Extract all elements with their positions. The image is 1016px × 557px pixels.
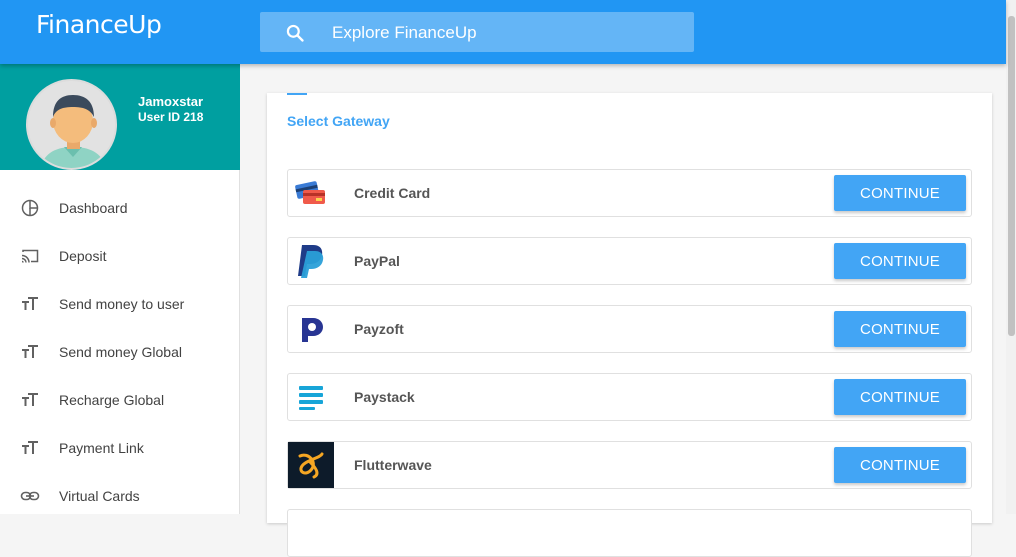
sidebar-item-label: Send money to user [59,296,185,312]
user-id: User ID 218 [138,110,204,124]
sidebar-item-send-money-to-user[interactable]: Send money to user [0,280,240,328]
gateway-name: Credit Card [354,185,431,201]
sidebar-item-payment-link[interactable]: Payment Link [0,424,240,472]
continue-button[interactable]: CONTINUE [834,311,966,347]
sidebar-item-label: Dashboard [59,200,128,216]
search-input[interactable]: Explore FinanceUp [332,23,477,43]
pie-chart-icon [21,199,39,217]
user-name: Jamoxstar [138,94,204,109]
text-size-icon [22,345,38,358]
link-icon [20,491,40,501]
text-size-icon [22,441,38,454]
sidebar-item-dashboard[interactable]: Dashboard [0,184,240,232]
gateway-card: Select Gateway Credit Card CONTINUE PayP… [267,93,992,557]
sidebar-item-label: Virtual Cards [59,488,140,504]
sidebar: Jamoxstar User ID 218 Dashboard Deposit … [0,64,240,514]
gateway-name: Flutterwave [354,457,432,473]
continue-button[interactable]: CONTINUE [834,175,966,211]
continue-button[interactable]: CONTINUE [834,379,966,415]
sidebar-item-label: Send money Global [59,344,182,360]
gateway-row-payzoft: Payzoft CONTINUE [287,305,972,353]
continue-button[interactable]: CONTINUE [834,243,966,279]
continue-button[interactable]: CONTINUE [834,447,966,483]
sidebar-item-recharge-global[interactable]: Recharge Global [0,376,240,424]
paystack-icon [288,374,334,420]
gateway-row-partial [287,509,972,557]
payzoft-icon [288,306,334,352]
page-title: Select Gateway [287,113,390,129]
sidebar-nav: Dashboard Deposit Send money to user Sen… [0,184,240,520]
flutterwave-icon [288,442,334,488]
gateway-name: Paystack [354,389,415,405]
sidebar-item-label: Recharge Global [59,392,165,408]
sidebar-item-deposit[interactable]: Deposit [0,232,240,280]
avatar-person-icon [40,95,107,168]
text-size-icon [22,393,38,406]
gateway-name: PayPal [354,253,400,269]
avatar[interactable] [26,79,117,170]
profile-panel: Jamoxstar User ID 218 [0,64,240,170]
gateway-row-credit-card: Credit Card CONTINUE [287,169,972,217]
sidebar-item-label: Deposit [59,248,107,264]
gateway-row-paypal: PayPal CONTINUE [287,237,972,285]
search-icon[interactable] [285,23,305,43]
brand-title[interactable]: FinanceUp [36,10,162,39]
sidebar-item-virtual-cards[interactable]: Virtual Cards [0,472,240,520]
tab-indicator [287,93,307,95]
sidebar-item-label: Payment Link [59,440,144,456]
scrollbar-thumb[interactable] [1008,16,1015,336]
gateway-row-paystack: Paystack CONTINUE [287,373,972,421]
text-size-icon [22,297,38,310]
search-bar[interactable]: Explore FinanceUp [260,12,694,52]
credit-card-icon [288,170,334,216]
cast-icon [21,249,39,263]
paypal-icon [288,238,334,284]
top-app-bar: FinanceUp Explore FinanceUp [0,0,1006,64]
gateway-row-flutterwave: Flutterwave CONTINUE [287,441,972,489]
gateway-name: Payzoft [354,321,404,337]
sidebar-item-send-money-global[interactable]: Send money Global [0,328,240,376]
